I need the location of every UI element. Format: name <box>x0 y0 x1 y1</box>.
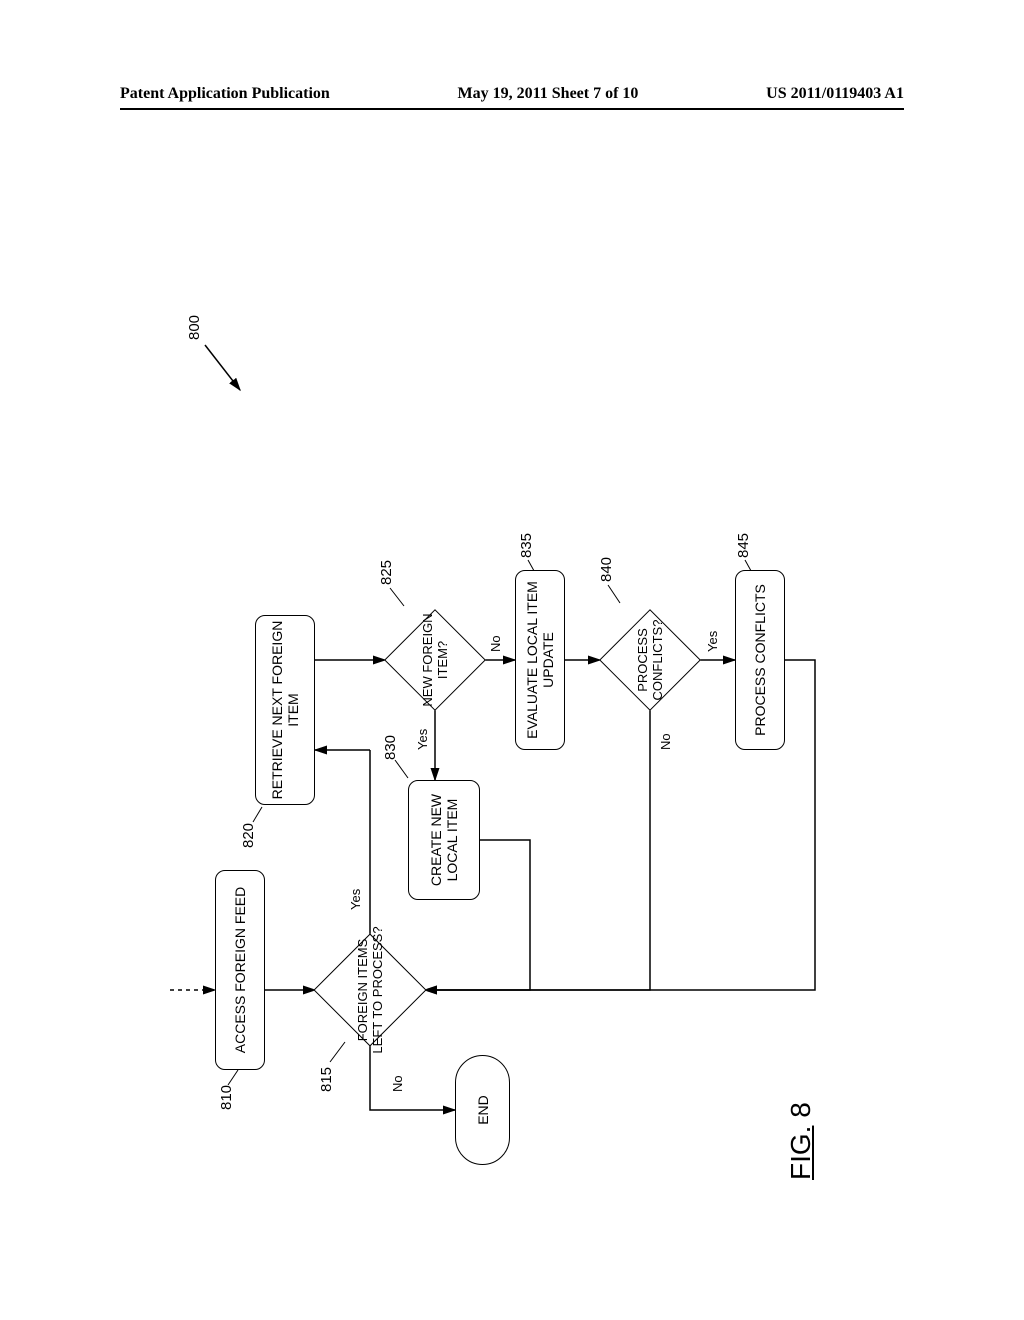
ref-825: 825 <box>378 560 395 585</box>
edge-yes-840: Yes <box>705 631 720 652</box>
box-label: Evaluate Local Item Update <box>524 575 556 745</box>
terminator-label: End <box>475 1095 491 1125</box>
ref-840: 840 <box>598 557 615 582</box>
decision-new-item <box>384 609 486 711</box>
terminator-end: End <box>455 1055 510 1165</box>
figure-caption-prefix: FIG. <box>785 1126 816 1180</box>
figure-caption-number: 8 <box>785 1102 816 1118</box>
decision-conflicts <box>599 609 701 711</box>
box-process-conflicts: Process Conflicts <box>735 570 785 750</box>
edge-no-815: No <box>390 1075 405 1092</box>
edge-yes-815: Yes <box>348 889 363 910</box>
edge-no-840: No <box>658 733 673 750</box>
flowchart-stage: Access Foreign Feed 810 Foreign Items Le… <box>160 220 860 1220</box>
header-rule <box>120 108 904 110</box>
ref-820: 820 <box>240 823 257 848</box>
box-create-local: Create New Local Item <box>408 780 480 900</box>
box-label: Process Conflicts <box>752 584 768 736</box>
box-evaluate-local: Evaluate Local Item Update <box>515 570 565 750</box>
ref-810: 810 <box>218 1085 235 1110</box>
box-retrieve-next: Retrieve Next Foreign Item <box>255 615 315 805</box>
header-center: May 19, 2011 Sheet 7 of 10 <box>458 85 639 103</box>
edge-yes-825: Yes <box>415 729 430 750</box>
edge-no-825: No <box>488 635 503 652</box>
figure-8-diagram: Access Foreign Feed 810 Foreign Items Le… <box>100 170 920 1270</box>
box-access-foreign-feed: Access Foreign Feed <box>215 870 265 1070</box>
ref-815: 815 <box>318 1067 335 1092</box>
figure-caption: FIG. 8 <box>785 1102 817 1180</box>
header-right: US 2011/0119403 A1 <box>766 85 904 103</box>
ref-835: 835 <box>518 533 535 558</box>
decision-items-left <box>313 933 426 1046</box>
ref-830: 830 <box>382 735 399 760</box>
ref-845: 845 <box>735 533 752 558</box>
box-label: Retrieve Next Foreign Item <box>269 620 301 800</box>
header-left: Patent Application Publication <box>120 85 330 103</box>
box-label: Access Foreign Feed <box>232 887 248 1053</box>
page-header: Patent Application Publication May 19, 2… <box>0 85 1024 103</box>
box-label: Create New Local Item <box>428 785 460 895</box>
ref-800: 800 <box>186 315 203 340</box>
